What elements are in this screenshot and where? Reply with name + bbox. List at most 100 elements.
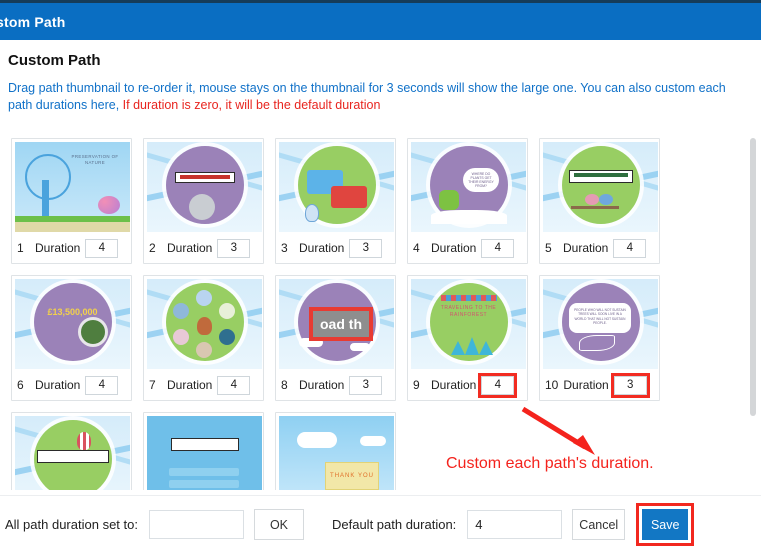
duration-input[interactable]: [349, 238, 383, 258]
path-thumbnail-image[interactable]: [543, 142, 658, 232]
all-path-duration-label: All path duration set to:: [5, 517, 138, 532]
instruction-text: Drag path thumbnail to re-order it, mous…: [8, 80, 748, 114]
hot-air-balloon-icon: [305, 204, 319, 222]
path-thumbnail-card[interactable]: 7 Duration: [143, 275, 264, 401]
path-thumbnail-card[interactable]: THANK YOU13Duration: [275, 412, 396, 490]
path-thumbnail-image[interactable]: [147, 416, 262, 490]
path-thumbnail-card[interactable]: PEOPLE WHO WILL NOT SUSTAIN TREES WILL S…: [539, 275, 660, 401]
path-index-label: 9: [413, 378, 420, 392]
custom-path-dialog: stom Path Custom Path Drag path thumbnai…: [0, 0, 761, 553]
path-index-label: 1: [17, 241, 24, 255]
duration-input[interactable]: [349, 375, 383, 395]
speech-bubble-quote: PEOPLE WHO WILL NOT SUSTAIN TREES WILL S…: [569, 303, 631, 333]
path-card-footer: 1 Duration: [12, 233, 131, 263]
duration-label: Duration: [299, 241, 345, 255]
duration-label: Duration: [431, 241, 477, 255]
path-thumbnail-card[interactable]: £13,500,000 6 Duration: [11, 275, 132, 401]
bird-icon-blue: [599, 194, 613, 205]
planet-icon: [218, 329, 235, 345]
path-thumbnail-image[interactable]: PEOPLE WHO WILL NOT SUSTAIN TREES WILL S…: [543, 279, 658, 369]
path-thumbnail-image[interactable]: [279, 142, 394, 232]
path-thumbnail-image[interactable]: [15, 416, 130, 490]
duration-input[interactable]: [85, 238, 119, 258]
path-thumbnail-card[interactable]: 2 Duration: [143, 138, 264, 264]
planet-icon: [196, 290, 212, 306]
leaf-icon: [579, 335, 615, 351]
path-card-footer: 4 Duration: [408, 233, 527, 263]
path-index-label: 4: [413, 241, 420, 255]
window-title: stom Path: [0, 13, 66, 30]
duration-input[interactable]: [85, 375, 119, 395]
path-thumbnail-card[interactable]: 5 Duration: [539, 138, 660, 264]
path-thumbnail-image[interactable]: [147, 142, 262, 232]
path-card-footer: 2 Duration: [144, 233, 263, 263]
planet-icon: [196, 342, 212, 358]
path-thumbnail-image[interactable]: [147, 279, 262, 369]
path-thumbnail-card[interactable]: 3 Duration: [275, 138, 396, 264]
bird-icon-pink: [585, 194, 599, 205]
salad-plate-icon: [78, 317, 108, 347]
path-thumbnail-image[interactable]: oad th: [279, 279, 394, 369]
tree-icon: [451, 341, 465, 355]
path-thumbnail-image[interactable]: TRAVELING TO THE RAINFOREST: [411, 279, 526, 369]
path-index-label: 3: [281, 241, 288, 255]
duration-input[interactable]: [217, 238, 251, 258]
save-button[interactable]: Save: [642, 509, 689, 540]
duration-label: Duration: [167, 378, 213, 392]
scrollbar-thumb[interactable]: [750, 138, 756, 416]
duration-label: Duration: [431, 378, 477, 392]
thumbnail-ribbon: [568, 170, 633, 183]
path-index-label: 2: [149, 241, 156, 255]
path-thumbnail-card[interactable]: 11Duration: [11, 412, 132, 490]
path-thumbnail-image[interactable]: THANK YOU: [279, 416, 394, 490]
save-button-highlight: Save: [636, 503, 695, 546]
path-thumbnail-card[interactable]: PRESERVATION OF NATURE 1 Duration: [11, 138, 132, 264]
duration-label: Duration: [167, 241, 213, 255]
window-title-bar: stom Path: [0, 3, 761, 40]
thumbnail-list-row: [169, 468, 239, 476]
duration-input[interactable]: [481, 238, 515, 258]
path-thumbnail-card[interactable]: TRAVELING TO THE RAINFOREST 9 Duration: [407, 275, 528, 401]
ok-button[interactable]: OK: [253, 509, 304, 540]
balloon-cluster-icon: [98, 196, 120, 214]
thumbnail-sign: THANK YOU: [325, 462, 379, 490]
path-index-label: 7: [149, 378, 156, 392]
speech-bubble: WHERE DO PLANTS GET THEIR ENERGY FROM?: [463, 168, 499, 192]
path-card-footer: 6 Duration: [12, 370, 131, 400]
path-thumbnail-image[interactable]: £13,500,000: [15, 279, 130, 369]
tree-icon: [479, 341, 493, 355]
path-card-footer: 10 Duration: [540, 370, 659, 400]
path-thumbnail-card[interactable]: 12Duration: [143, 412, 264, 490]
annotation-arrow-icon: [521, 406, 595, 455]
path-index-label: 5: [545, 241, 552, 255]
duration-label: Duration: [563, 378, 609, 392]
thumbnail-list-row: [169, 480, 239, 488]
default-path-duration-input[interactable]: [467, 510, 563, 539]
thumbnail-caption: PRESERVATION OF NATURE: [71, 154, 119, 165]
duration-input[interactable]: [478, 372, 518, 398]
duration-label: Duration: [563, 241, 609, 255]
bunting-icon: [441, 295, 497, 301]
duration-input[interactable]: [613, 238, 647, 258]
snow-ground: [431, 210, 507, 224]
cloud-icon: [297, 432, 337, 448]
thumbnail-art-circle: [561, 146, 640, 225]
path-thumbnail-image[interactable]: PRESERVATION OF NATURE: [15, 142, 130, 232]
path-thumbnail-card[interactable]: oad th 8 Duration: [275, 275, 396, 401]
path-card-footer: 5 Duration: [540, 233, 659, 263]
path-thumbnail-image[interactable]: WHERE DO PLANTS GET THEIR ENERGY FROM?: [411, 142, 526, 232]
all-path-duration-input[interactable]: [148, 510, 244, 539]
path-thumbnail-card[interactable]: WHERE DO PLANTS GET THEIR ENERGY FROM? 4 D…: [407, 138, 528, 264]
path-card-footer: 8 Duration: [276, 370, 395, 400]
globe-icon: [189, 194, 215, 220]
thumbnail-ribbon: [170, 438, 239, 451]
vertical-scrollbar[interactable]: [749, 132, 757, 490]
hot-air-balloon-icon: [77, 432, 91, 450]
duration-input[interactable]: [610, 372, 650, 398]
cloud-icon-2: [350, 343, 370, 351]
path-thumbnail-viewport[interactable]: PRESERVATION OF NATURE 1 Duration 2 Duration…: [0, 130, 761, 490]
dialog-footer: All path duration set to: OK Default pat…: [0, 495, 761, 553]
duration-input[interactable]: [217, 375, 251, 395]
cancel-button[interactable]: Cancel: [572, 509, 626, 540]
thumbnail-money-text: £13,500,000: [47, 307, 98, 317]
